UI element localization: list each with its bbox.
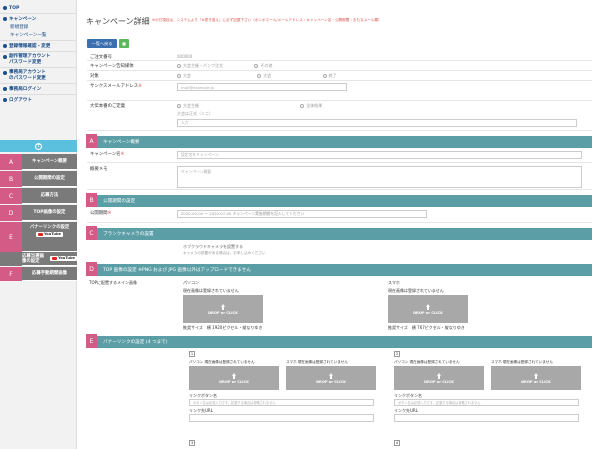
login-icon bbox=[3, 87, 7, 91]
sidebar-section-f[interactable]: F 応募手動期間画像 bbox=[0, 267, 77, 281]
banner-4-number: 4 bbox=[394, 440, 400, 446]
section-d-header: D TOP 画像の設定 ※PNG および JPG 画像以外はアップロードできませ… bbox=[86, 262, 592, 276]
contact-input[interactable]: 入力 bbox=[177, 119, 577, 127]
banner-2-link-button-input[interactable]: ボタン名は必須入力です。記載する場合は省略されません bbox=[394, 399, 579, 406]
logout-icon bbox=[3, 98, 7, 102]
banner-1-number: 1 bbox=[189, 351, 195, 357]
sidebar-section-a[interactable]: A キャンペーン概要 bbox=[0, 154, 77, 170]
upload-icon bbox=[328, 372, 335, 379]
nav-campaign-list[interactable]: キャンペーン一覧 bbox=[0, 31, 76, 39]
banner-2-sp-dropzone[interactable]: DROP or CLICK bbox=[491, 366, 581, 390]
sidebar: TOP キャンペーン 新規登録 キャンペーン一覧 登録情報確認・変更 副作管理ア… bbox=[0, 0, 77, 449]
target-radio-3[interactable]: 終了 bbox=[322, 73, 337, 79]
upload-icon bbox=[220, 303, 227, 310]
nav-office-login[interactable]: 事務局ログイン bbox=[0, 85, 76, 93]
sidebar-section-d[interactable]: D TOP画像の設定 bbox=[0, 205, 77, 221]
nav-new-register[interactable]: 新規登録 bbox=[0, 23, 76, 31]
banner-1-link-url-input[interactable] bbox=[189, 414, 374, 422]
youtube-icon bbox=[52, 256, 58, 261]
back-to-list-button[interactable]: 一覧へ戻る bbox=[87, 39, 117, 48]
youtube-badge: YouTube bbox=[50, 256, 77, 261]
target-radio-1[interactable]: 大会 bbox=[177, 73, 191, 79]
nav-top[interactable]: TOP bbox=[0, 4, 76, 12]
banner-2-link-url-input[interactable] bbox=[394, 414, 579, 422]
banner-2-pc-dropzone[interactable]: DROP or CLICK bbox=[394, 366, 484, 390]
section-a-header: A キャンペーン概要 bbox=[86, 134, 592, 148]
plus-icon: + bbox=[35, 142, 42, 150]
green-action-button[interactable]: ■ bbox=[119, 39, 129, 48]
media-row: キャンペーン告知媒体 大会主催・パンフ注文 その他 bbox=[87, 61, 592, 71]
section-c-line1: ホブクラウドキャメラを設置する bbox=[183, 244, 243, 249]
gear-icon bbox=[3, 71, 7, 75]
upload-icon bbox=[533, 372, 540, 379]
banner-3-number: 3 bbox=[189, 440, 195, 446]
main-content: キャンペーン詳細 ※の付項目は、システムより「※書き換え」に必ず記載下さい（ボン… bbox=[80, 0, 599, 449]
banner-1-pc-dropzone[interactable]: DROP or CLICK bbox=[189, 366, 279, 390]
gear-icon bbox=[3, 55, 7, 59]
sidebar-section-c[interactable]: C 応募方法 bbox=[0, 188, 77, 204]
nav-campaign[interactable]: キャンペーン bbox=[0, 15, 76, 23]
youtube-badge: YouTube bbox=[36, 232, 63, 237]
section-e-header: E バナーリンクの設定 (4 つまで) bbox=[86, 334, 592, 348]
sidebar-section-e[interactable]: E バナーリンクの設定 YouTube bbox=[0, 222, 77, 252]
youtube-icon bbox=[38, 232, 44, 237]
home-icon bbox=[3, 6, 7, 10]
contact-radio-1[interactable]: 大会主催 bbox=[177, 103, 199, 109]
period-row: 公開期間※ 2020-00-00 〜 2020-07-00 キャンペーン実施期間… bbox=[87, 208, 592, 223]
nav-manager-account[interactable]: 副作管理アカウント パスワード変更 bbox=[0, 53, 76, 66]
contact-row: 大伝本番のご定義 大会主催 全体結果 大会は正式（ミニ） 入力 bbox=[87, 101, 592, 131]
section-c-line2: キャメラの設置がある場合は、お申し込みください bbox=[183, 251, 266, 255]
media-radio-1[interactable]: 大会主催・パンフ注文 bbox=[177, 63, 223, 69]
page-note: ※の付項目は、システムより「※書き換え」に必ず記載下さい（ボンボスール/メールア… bbox=[152, 18, 382, 22]
pc-label: パソコン bbox=[183, 280, 199, 285]
sp-main-image-dropzone[interactable]: DROP or CLICK bbox=[388, 295, 468, 323]
contact-radio-2[interactable]: 全体結果 bbox=[300, 103, 322, 109]
nav-registration-info[interactable]: 登録情報確認・変更 bbox=[0, 42, 76, 50]
section-c-header: C ブランクキャメラの設置 bbox=[86, 226, 592, 240]
campaign-name-row: キャンペーン名※ 設定名をキャンペーン bbox=[87, 149, 592, 163]
add-section-button[interactable]: + bbox=[0, 140, 77, 152]
campaign-name-input[interactable]: 設定名をキャンペーン bbox=[177, 151, 582, 159]
period-input[interactable]: 2020-00-00 〜 2020-07-00 キャンペーン実施期間を記入してく… bbox=[177, 210, 427, 218]
email-row: サンクスメールアドレス※ mail@example.jp bbox=[87, 81, 592, 101]
memo-row: 概要メモ キャンペーン概要 bbox=[87, 164, 592, 190]
nav-logout[interactable]: ログアウト bbox=[0, 96, 76, 104]
pc-main-image-dropzone[interactable]: DROP or CLICK bbox=[183, 295, 263, 323]
target-radio-2[interactable]: 大会 bbox=[257, 73, 271, 79]
section-b-header: B 公開期間の設定 bbox=[86, 193, 592, 207]
chevron-icon bbox=[3, 17, 7, 21]
upload-icon bbox=[425, 303, 432, 310]
email-input[interactable]: mail@example.jp bbox=[177, 83, 347, 91]
media-radio-2[interactable]: その他 bbox=[254, 63, 272, 69]
sidebar-sub-entry[interactable]: 応募当選画像の設定 YouTube bbox=[0, 252, 77, 266]
info-icon bbox=[3, 44, 7, 48]
memo-textarea[interactable]: キャンペーン概要 bbox=[177, 166, 582, 188]
banner-1-link-button-input[interactable]: ボタン名は必須入力です。記載する場合は省略されません bbox=[189, 399, 374, 406]
request-no-row: ご注文番号 000000 bbox=[87, 52, 592, 61]
banner-1-sp-dropzone[interactable]: DROP or CLICK bbox=[286, 366, 376, 390]
nav-office-account[interactable]: 事務局アカウント のパスワード変更 bbox=[0, 69, 76, 82]
banner-2-number: 2 bbox=[394, 351, 400, 357]
upload-icon bbox=[231, 372, 238, 379]
target-row: 対象 大会 大会 終了 bbox=[87, 71, 592, 81]
main-image-label: TOPに配置するメイン画像 bbox=[89, 280, 138, 285]
page-title: キャンペーン詳細 bbox=[86, 17, 150, 26]
upload-icon bbox=[436, 372, 443, 379]
sp-label: スマホ bbox=[388, 280, 400, 285]
sidebar-section-b[interactable]: B 公開期間の設定 bbox=[0, 171, 77, 187]
